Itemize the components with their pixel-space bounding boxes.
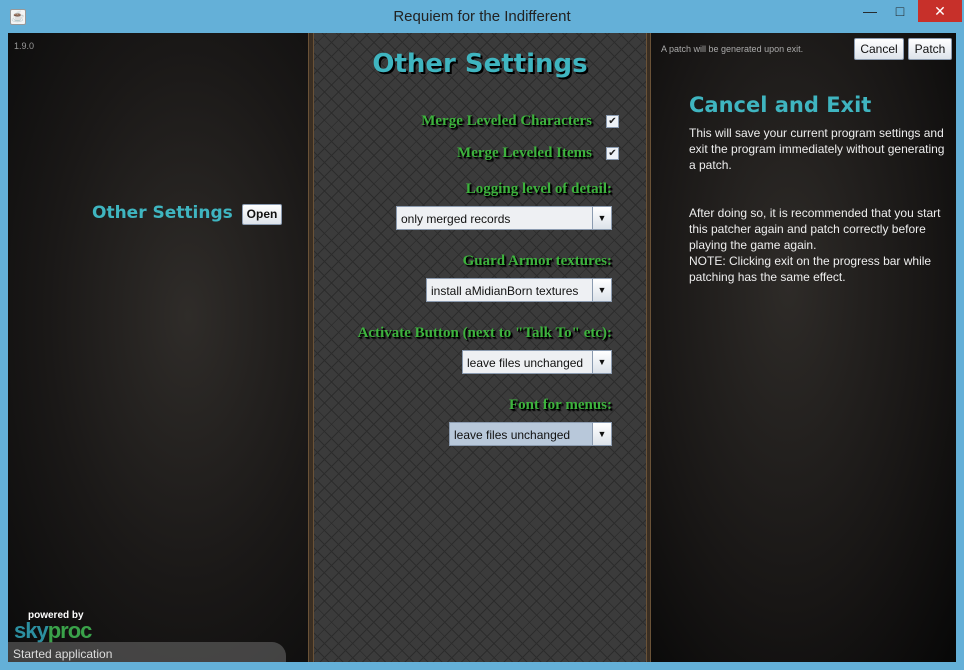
window-title: Requiem for the Indifferent <box>393 8 571 25</box>
help-paragraph: After doing so, it is recommended that y… <box>689 206 941 252</box>
other-settings-nav-label: Other Settings <box>92 203 233 223</box>
merge-characters-label: Merge Leveled Characters <box>421 113 592 129</box>
maximize-button[interactable]: □ <box>886 0 914 22</box>
help-panel: A patch will be generated upon exit. Can… <box>651 33 956 662</box>
patch-button[interactable]: Patch <box>908 38 952 60</box>
chevron-down-icon[interactable]: ▼ <box>592 423 611 445</box>
logging-dropdown[interactable]: only merged records ▼ <box>396 206 612 230</box>
window-content: 1.9.0 Other Settings Open powered by sky… <box>8 33 956 662</box>
chevron-down-icon[interactable]: ▼ <box>592 351 611 373</box>
logging-label: Logging level of detail: <box>465 181 612 197</box>
chevron-down-icon[interactable]: ▼ <box>592 279 611 301</box>
font-menus-dropdown[interactable]: leave files unchanged ▼ <box>449 422 612 446</box>
guard-armor-dropdown[interactable]: install aMidianBorn textures ▼ <box>426 278 612 302</box>
status-bar: Started application <box>8 642 286 662</box>
help-note: NOTE: Clicking exit on the progress bar … <box>689 254 932 284</box>
activate-button-dropdown[interactable]: leave files unchanged ▼ <box>462 350 612 374</box>
merge-characters-checkbox[interactable]: ✔ <box>606 115 619 128</box>
minimize-button[interactable]: — <box>856 0 884 22</box>
close-button[interactable]: ✕ <box>918 0 962 22</box>
open-button[interactable]: Open <box>242 204 282 225</box>
activate-button-label: Activate Button (next to "Talk To" etc): <box>357 325 612 341</box>
help-paragraph: This will save your current program sett… <box>689 126 945 172</box>
chevron-down-icon[interactable]: ▼ <box>592 207 611 229</box>
cancel-button[interactable]: Cancel <box>854 38 904 60</box>
font-menus-label: Font for menus: <box>508 397 612 413</box>
merge-items-label: Merge Leveled Items <box>457 145 592 161</box>
merge-items-checkbox[interactable]: ✔ <box>606 147 619 160</box>
version-label: 1.9.0 <box>14 41 35 51</box>
skyproc-logo: powered by skyproc <box>14 610 92 643</box>
left-panel: 1.9.0 Other Settings Open powered by sky… <box>8 33 308 662</box>
settings-panel: Other Settings Merge Leveled Characters … <box>314 33 646 662</box>
title-bar: ☕ Requiem for the Indifferent — □ ✕ <box>0 0 964 33</box>
guard-armor-label: Guard Armor textures: <box>462 253 612 269</box>
settings-title: Other Settings <box>372 49 588 79</box>
help-title: Cancel and Exit <box>689 93 872 117</box>
patch-hint: A patch will be generated upon exit. <box>661 44 804 54</box>
